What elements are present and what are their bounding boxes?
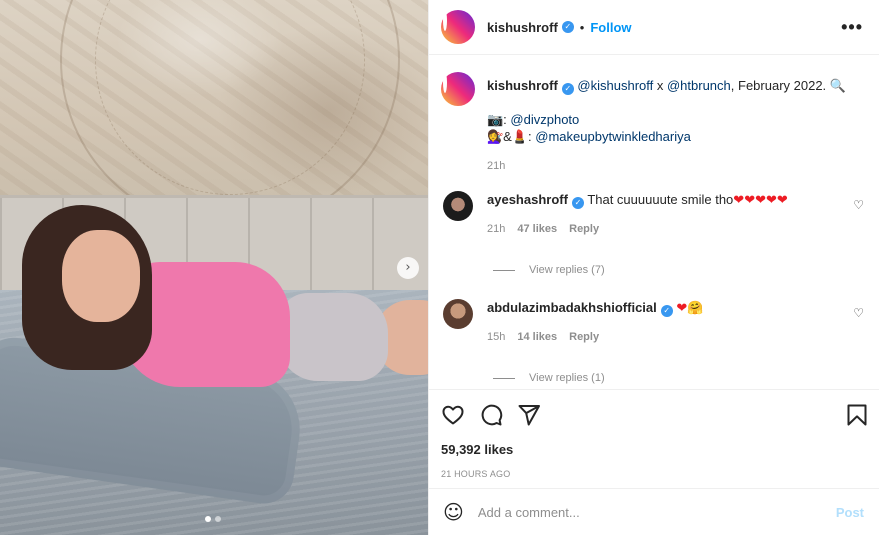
- verified-badge-icon: ✓: [571, 197, 584, 209]
- chevron-right-icon[interactable]: ›: [397, 257, 419, 279]
- follow-button[interactable]: Follow: [590, 20, 631, 35]
- caption-line-2: 📷: @divzphoto: [487, 111, 868, 128]
- verified-badge-icon: ✓: [561, 83, 574, 95]
- photo-subject-shorts: [278, 293, 388, 381]
- carousel-dots: [205, 516, 221, 522]
- comment-time[interactable]: 15h: [487, 329, 505, 346]
- add-comment-bar: ☺ Add a comment... Post: [429, 488, 879, 535]
- verified-badge-icon: ✓: [561, 21, 574, 33]
- comment-icon[interactable]: [479, 403, 503, 427]
- caption-mention-self[interactable]: @kishushroff: [577, 78, 653, 93]
- paper-plane-icon[interactable]: [517, 403, 541, 427]
- comment-body: ayeshashroff ✓ That cuuuuuute smile tho❤❤…: [487, 189, 868, 238]
- verified-badge-icon: ✓: [660, 305, 673, 317]
- post-image[interactable]: ›: [0, 0, 428, 535]
- view-replies-label: View replies (1): [529, 372, 605, 384]
- avatar-image: [443, 10, 447, 31]
- carousel-dot-active: [205, 516, 211, 522]
- photo-subject-face: [62, 230, 140, 322]
- separator-dot: •: [579, 19, 585, 35]
- more-options-icon[interactable]: •••: [841, 17, 863, 38]
- caption-avatar[interactable]: [441, 72, 475, 106]
- view-replies-label: View replies (7): [529, 264, 605, 276]
- comment-like-heart-icon[interactable]: ♡: [853, 198, 864, 212]
- author-username[interactable]: kishushroff: [487, 20, 558, 35]
- post-header: kishushroff ✓ • Follow •••: [429, 0, 879, 55]
- comment-likes[interactable]: 47 likes: [517, 221, 557, 238]
- comment-line: ayeshashroff ✓ That cuuuuuute smile tho❤❤…: [487, 191, 868, 209]
- caption-mention-photographer[interactable]: @divzphoto: [510, 112, 579, 127]
- caption-text: , February 2022. 🔍: [730, 78, 846, 93]
- smile-icon[interactable]: ☺: [443, 500, 464, 524]
- caption-time[interactable]: 21h: [487, 158, 505, 175]
- comment-line: abdulazimbadakhshiofficial ✓ ❤🤗: [487, 299, 868, 317]
- post-timestamp[interactable]: 21 HOURS AGO: [441, 469, 868, 479]
- caption-body: kishushroff ✓ @kishushroff x @htbrunch, F…: [487, 72, 868, 175]
- comment-username[interactable]: ayeshashroff: [487, 192, 568, 207]
- view-replies-button[interactable]: View replies (7): [493, 264, 605, 276]
- caption-x-text: x: [653, 78, 667, 93]
- view-replies-button[interactable]: View replies (1): [493, 372, 605, 384]
- likes-count[interactable]: 59,392 likes: [441, 442, 868, 457]
- post-actions: 59,392 likes 21 HOURS AGO: [429, 389, 879, 479]
- heart-hug-emoji: ❤🤗: [676, 301, 704, 316]
- caption-meta: 21h: [487, 158, 868, 175]
- comment-text: That cuuuuuute smile tho: [587, 192, 734, 207]
- heart-icon[interactable]: [441, 403, 465, 427]
- caption-line-3: 💇‍♀️&💄: @makeupbytwinkledhariya: [487, 128, 868, 145]
- avatar-image: [443, 72, 447, 93]
- bookmark-icon[interactable]: [846, 403, 868, 427]
- comment-like-heart-icon[interactable]: ♡: [853, 306, 864, 320]
- post-side-panel: kishushroff ✓ • Follow ••• kishushroff ✓ …: [428, 0, 879, 535]
- commenter-avatar[interactable]: [443, 299, 473, 329]
- caption: kishushroff ✓ @kishushroff x @htbrunch, F…: [441, 72, 868, 175]
- comment-meta: 15h 14 likes Reply: [487, 329, 868, 346]
- replies-divider: [493, 269, 515, 271]
- replies-divider: [493, 377, 515, 379]
- comment-body: abdulazimbadakhshiofficial ✓ ❤🤗 15h 14 li…: [487, 297, 868, 346]
- post-comment-button[interactable]: Post: [836, 505, 864, 520]
- author-avatar[interactable]: [441, 10, 475, 44]
- caption-line-1: kishushroff ✓ @kishushroff x @htbrunch, F…: [487, 77, 868, 95]
- caption-mention-makeup[interactable]: @makeupbytwinkledhariya: [535, 129, 691, 144]
- comment-meta: 21h 47 likes Reply: [487, 221, 868, 238]
- comment-time[interactable]: 21h: [487, 221, 505, 238]
- comments-list[interactable]: kishushroff ✓ @kishushroff x @htbrunch, F…: [429, 56, 879, 389]
- caption-mention-htbrunch[interactable]: @htbrunch: [667, 78, 731, 93]
- reply-button[interactable]: Reply: [569, 329, 599, 346]
- makeup-emoji: 💇‍♀️&💄:: [487, 129, 536, 144]
- comment-username[interactable]: abdulazimbadakhshiofficial: [487, 300, 657, 315]
- camera-emoji: 📷:: [487, 112, 511, 127]
- comment-input[interactable]: Add a comment...: [478, 505, 836, 520]
- carousel-dot: [215, 516, 221, 522]
- comment-likes[interactable]: 14 likes: [517, 329, 557, 346]
- heart-emoji: ❤❤❤❤❤: [733, 193, 788, 208]
- action-icons: [441, 390, 868, 440]
- commenter-avatar[interactable]: [443, 191, 473, 221]
- comment-item: ayeshashroff ✓ That cuuuuuute smile tho❤❤…: [441, 189, 868, 238]
- comment-item: abdulazimbadakhshiofficial ✓ ❤🤗 15h 14 li…: [441, 297, 868, 346]
- caption-username[interactable]: kishushroff: [487, 78, 558, 93]
- reply-button[interactable]: Reply: [569, 221, 599, 238]
